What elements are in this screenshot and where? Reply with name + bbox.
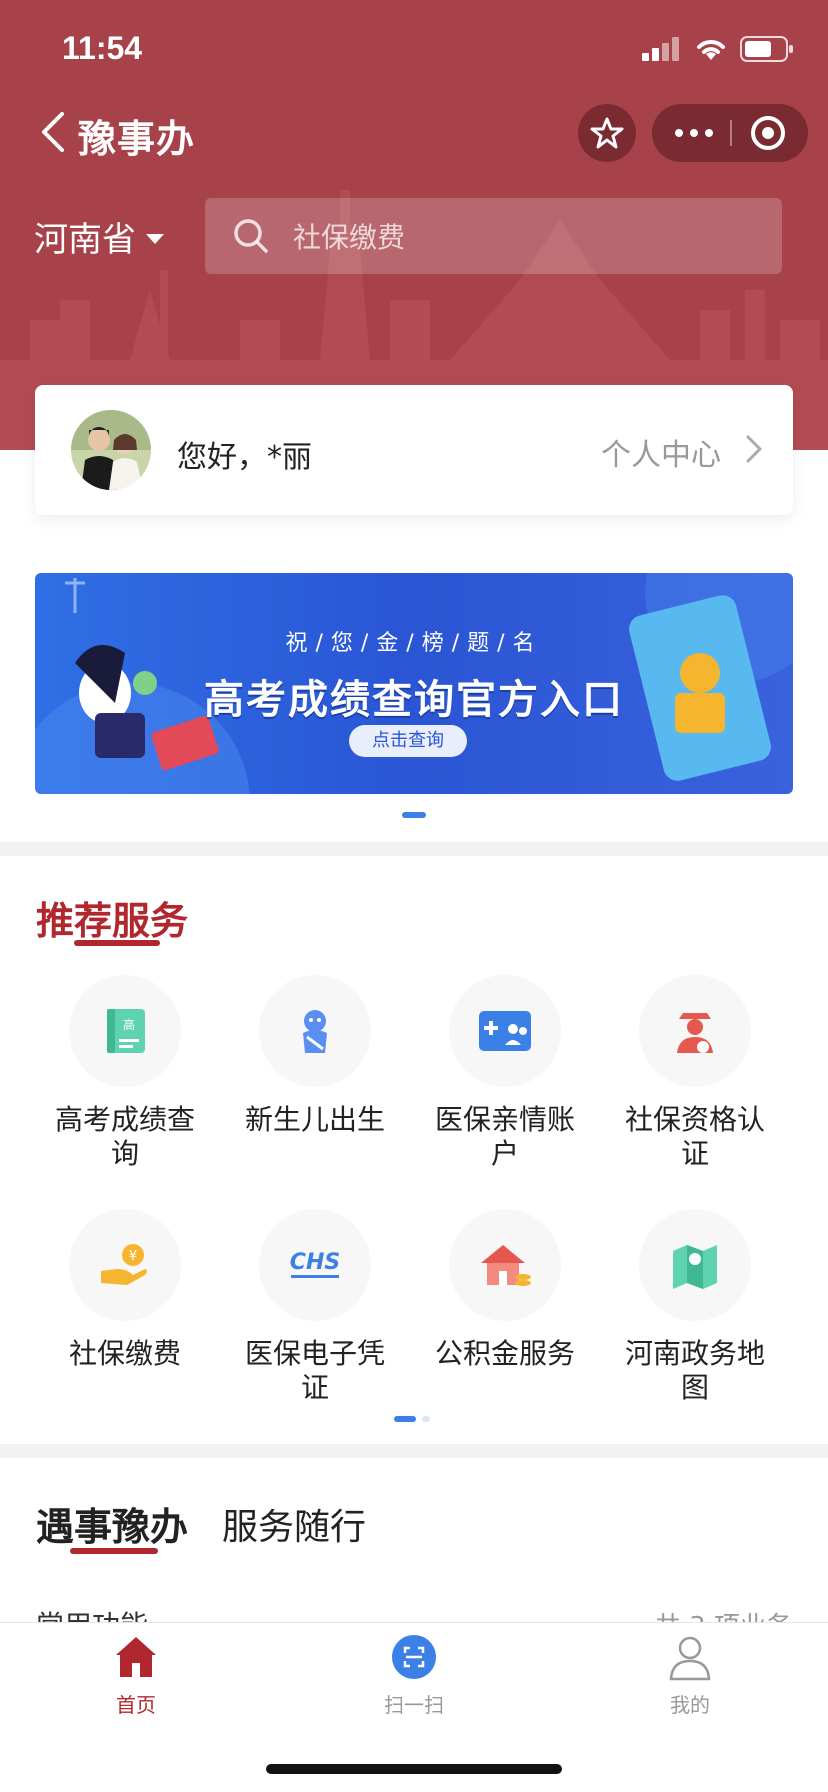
- service-icon-bg: 高: [69, 975, 181, 1087]
- map-icon: [673, 1245, 717, 1289]
- svg-text:CHS: CHS: [290, 1250, 340, 1275]
- page-title: 豫事办: [78, 117, 196, 161]
- search-input[interactable]: 社保缴费: [205, 198, 782, 274]
- page-dot-active: [394, 1416, 416, 1422]
- service-icon-bg: [639, 975, 751, 1087]
- service-label: 社保资格认证: [624, 1103, 765, 1170]
- region-label: 河南省: [34, 220, 136, 260]
- tab-underline: [70, 1548, 158, 1554]
- banner-query-button[interactable]: 点击查询: [349, 725, 467, 757]
- section-divider: [0, 1444, 828, 1458]
- nav-scan-label: 扫一扫: [384, 1693, 444, 1717]
- target-icon: [751, 116, 785, 150]
- status-bar: 11:54: [0, 0, 828, 100]
- page-dot: [422, 1416, 430, 1422]
- title-underline: [74, 940, 160, 946]
- service-icon-bg: [259, 975, 371, 1087]
- nav-mine[interactable]: 我的: [610, 1633, 770, 1718]
- service-grid: 高 高考成绩查询 新生儿出生 医保亲情账户 社保资格认证 ¥ 社保缴费 CHS …: [30, 975, 798, 1421]
- header: 11:54 豫事办 河南省 社保缴费: [0, 0, 828, 450]
- search-icon: [234, 219, 268, 253]
- service-label: 医保亲情账户: [434, 1103, 575, 1170]
- region-selector[interactable]: 河南省: [34, 212, 164, 261]
- service-page-indicator: [394, 1416, 430, 1422]
- payment-hand-icon: ¥: [101, 1244, 147, 1285]
- chevron-right-icon: [746, 435, 762, 463]
- service-label: 社保缴费: [68, 1337, 181, 1370]
- nav-home-label: 首页: [116, 1693, 156, 1717]
- service-icon-bg: [449, 1209, 561, 1321]
- banner-indicator: [402, 812, 426, 818]
- baby-icon: [303, 1010, 327, 1053]
- personal-center-link[interactable]: 个人中心: [601, 430, 721, 474]
- service-label: 河南政务地图: [624, 1337, 765, 1404]
- nav-home[interactable]: 首页: [56, 1633, 216, 1718]
- home-indicator: [266, 1764, 562, 1774]
- greeting-text: 您好，*丽: [177, 440, 312, 475]
- service-social-cert[interactable]: 社保资格认证: [600, 975, 790, 1187]
- family-account-icon: [479, 1011, 531, 1051]
- star-icon: [590, 117, 624, 149]
- chevron-down-icon: [146, 233, 164, 244]
- search-placeholder: 社保缴费: [293, 221, 406, 254]
- avatar: [71, 410, 151, 490]
- service-label: 高考成绩查询: [54, 1103, 195, 1170]
- service-family-account[interactable]: 医保亲情账户: [410, 975, 600, 1187]
- tab-yushi-yuban[interactable]: 遇事豫办: [36, 1496, 188, 1551]
- status-icons: [642, 36, 794, 62]
- battery-icon: [740, 36, 793, 62]
- service-social-payment[interactable]: ¥ 社保缴费: [30, 1209, 220, 1421]
- recommended-title: 推荐服务: [36, 899, 189, 943]
- favorite-button[interactable]: [578, 104, 636, 162]
- service-gaokao-score[interactable]: 高 高考成绩查询: [30, 975, 220, 1187]
- service-icon-bg: ¥: [69, 1209, 181, 1321]
- service-newborn[interactable]: 新生儿出生: [220, 975, 410, 1187]
- chs-logo-icon: CHS: [290, 1250, 340, 1278]
- back-arrow-icon[interactable]: [36, 110, 72, 154]
- certification-icon: [677, 1013, 713, 1053]
- service-icon-bg: [639, 1209, 751, 1321]
- scan-icon: [392, 1635, 436, 1679]
- service-label: 公积金服务: [434, 1337, 575, 1370]
- signal-icon: [642, 37, 679, 61]
- service-housing-fund[interactable]: 公积金服务: [410, 1209, 600, 1421]
- svg-text:¥: ¥: [129, 1249, 137, 1264]
- user-icon: [669, 1636, 711, 1681]
- nav-mine-label: 我的: [670, 1693, 710, 1717]
- more-dots-icon: [675, 129, 713, 137]
- home-icon: [116, 1637, 156, 1677]
- service-label: 新生儿出生: [244, 1103, 385, 1136]
- service-icon-bg: CHS: [259, 1209, 371, 1321]
- service-icon-bg: [449, 975, 561, 1087]
- capsule-divider: [730, 120, 732, 146]
- miniprogram-capsule: [652, 104, 808, 162]
- more-button[interactable]: [668, 112, 720, 154]
- user-card[interactable]: 您好，*丽 个人中心: [35, 385, 793, 515]
- banner-title: 高考成绩查询官方入口: [204, 677, 624, 723]
- service-gov-map[interactable]: 河南政务地图: [600, 1209, 790, 1421]
- exam-book-icon: 高: [107, 1009, 145, 1053]
- promo-banner[interactable]: 祝/您/金/榜/题/名 高考成绩查询官方入口 点击查询: [35, 573, 793, 794]
- section-divider: [0, 842, 828, 856]
- banner-subtitle: 祝/您/金/榜/题/名: [285, 631, 543, 656]
- service-label: 医保电子凭证: [244, 1337, 385, 1404]
- house-fund-icon: [481, 1245, 531, 1286]
- service-medical-voucher[interactable]: CHS 医保电子凭证: [220, 1209, 410, 1421]
- tab-service-follow[interactable]: 服务随行: [222, 1498, 366, 1550]
- nav-bar: 豫事办: [0, 100, 828, 166]
- wifi-icon: [697, 40, 725, 60]
- svg-text:高: 高: [123, 1017, 135, 1032]
- status-time: 11:54: [62, 30, 143, 66]
- nav-scan[interactable]: 扫一扫: [334, 1633, 494, 1718]
- close-miniprogram-button[interactable]: [744, 112, 792, 154]
